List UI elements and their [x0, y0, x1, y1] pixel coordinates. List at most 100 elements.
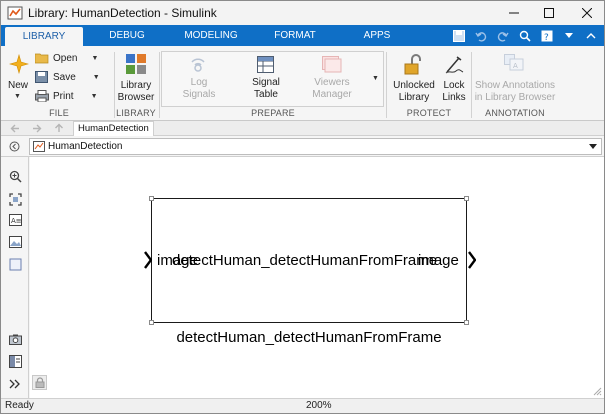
property-inspector-button[interactable]: [8, 354, 22, 368]
block-name-label[interactable]: detectHuman_detectHumanFromFrame: [151, 329, 467, 346]
library-lock-button[interactable]: [32, 375, 47, 390]
padlock-icon: [35, 377, 44, 388]
model-canvas[interactable]: detectHuman_detectHumanFromFrame image i…: [30, 157, 604, 398]
viewers-manager-label-1: Viewers: [314, 77, 350, 88]
help-icon: ?: [541, 30, 553, 42]
back-arrow-icon[interactable]: [10, 124, 20, 133]
annotation-tool-button[interactable]: A≡: [8, 213, 22, 227]
resize-handle[interactable]: [149, 196, 154, 201]
subsystem-block[interactable]: detectHuman_detectHumanFromFrame image i…: [149, 196, 469, 325]
left-toolstrip: A≡: [1, 157, 29, 398]
ribbon-tab-strip: LIBRARY DEBUG MODELING FORMAT APPS ?: [1, 25, 604, 46]
library-browser-label-1: Library: [120, 80, 152, 91]
window-title: Library: HumanDetection - Simulink: [28, 6, 217, 20]
simulink-window: Library: HumanDetection - Simulink LIBRA…: [0, 0, 605, 414]
print-label: Print: [53, 90, 74, 102]
print-dropdown-caret[interactable]: ▼: [91, 93, 98, 100]
property-inspector-icon: [8, 354, 22, 368]
svg-text:A: A: [513, 62, 518, 70]
save-dropdown-caret[interactable]: ▼: [93, 74, 100, 81]
signal-table-icon: [257, 56, 274, 73]
qat-help-dropdown[interactable]: [560, 28, 578, 44]
search-icon: [519, 30, 531, 42]
new-dropdown-caret[interactable]: ▼: [14, 93, 21, 100]
chevron-down-icon[interactable]: [589, 144, 597, 150]
breadcrumb-tab[interactable]: HumanDetection: [73, 121, 154, 136]
print-button[interactable]: Print ▼: [35, 90, 98, 102]
open-label: Open: [53, 52, 78, 64]
log-signals-label-2: Signals: [182, 89, 216, 100]
fit-to-view-button[interactable]: [8, 192, 22, 206]
qat-help-button[interactable]: ?: [538, 28, 556, 44]
tab-apps[interactable]: APPS: [357, 25, 397, 46]
ribbon-panel: New ▼ Open ▼ Save ▼ Print ▼ FILE Library: [1, 46, 604, 121]
zoom-button[interactable]: [8, 169, 22, 183]
folder-open-icon: [35, 53, 49, 64]
save-button[interactable]: Save ▼: [35, 71, 100, 83]
image-tool-button[interactable]: [8, 235, 22, 249]
image-icon: [8, 236, 22, 248]
viewers-manager-label-2: Manager: [312, 89, 352, 100]
annotation-group-title: ANNOTATION: [485, 108, 545, 118]
prepare-gallery-expand[interactable]: ▼: [372, 75, 379, 82]
show-annotations-label-2: in Library Browser: [474, 92, 556, 103]
new-label: New: [7, 80, 28, 91]
lock-links-label-2: Links: [442, 92, 466, 103]
show-annotations-label-1: Show Annotations: [474, 80, 556, 91]
tab-debug[interactable]: DEBUG: [101, 25, 153, 46]
tab-library[interactable]: LIBRARY: [5, 27, 83, 46]
qat-undo-button[interactable]: [472, 28, 490, 44]
screenshot-button[interactable]: [8, 332, 22, 346]
save-icon: [35, 71, 48, 83]
expand-toolstrip-button[interactable]: [8, 377, 22, 391]
address-bar: HumanDetection: [1, 136, 604, 157]
zoom-level: 200%: [306, 400, 332, 411]
library-browser-icon: [126, 54, 146, 74]
signal-table-label-2: Table: [254, 89, 278, 100]
quick-access-toolbar: ?: [450, 27, 600, 44]
save-icon: [453, 29, 465, 42]
camera-icon: [8, 334, 22, 345]
minimize-icon: [509, 12, 519, 14]
status-text: Ready: [5, 400, 34, 411]
up-arrow-icon[interactable]: [54, 123, 64, 133]
close-button[interactable]: [564, 1, 604, 25]
lock-links-icon: [445, 56, 464, 74]
input-port-arrow-icon[interactable]: [144, 251, 152, 269]
qat-save-button[interactable]: [450, 28, 468, 44]
qat-collapse-button[interactable]: [582, 28, 600, 44]
resize-handle[interactable]: [464, 196, 469, 201]
signal-table-label-1: Signal: [252, 77, 280, 88]
viewers-manager-icon: [322, 56, 342, 73]
redo-icon: [497, 31, 509, 42]
resize-grip-icon[interactable]: [593, 387, 602, 396]
zoom-icon: [9, 170, 22, 183]
output-port-label: image: [418, 252, 459, 269]
fit-to-view-icon: [8, 192, 22, 206]
hide-browser-icon[interactable]: [9, 141, 20, 152]
close-icon: [582, 8, 592, 18]
tab-format[interactable]: FORMAT: [267, 25, 323, 46]
collapse-ribbon-icon: [586, 32, 596, 38]
forward-arrow-icon[interactable]: [32, 124, 42, 133]
double-chevron-right-icon: [9, 379, 20, 389]
resize-handle[interactable]: [464, 320, 469, 325]
open-dropdown-caret[interactable]: ▼: [91, 55, 98, 62]
output-port-arrow-icon[interactable]: [468, 251, 476, 269]
resize-handle[interactable]: [149, 320, 154, 325]
library-browser-label-2: Browser: [117, 92, 155, 103]
prepare-group-title: PREPARE: [251, 108, 295, 118]
svg-text:?: ?: [544, 33, 549, 42]
unlocked-library-label-2: Library: [398, 92, 430, 103]
tab-modeling[interactable]: MODELING: [179, 25, 243, 46]
open-button[interactable]: Open ▼: [35, 52, 98, 64]
area-tool-button[interactable]: [8, 257, 22, 271]
library-group-title: LIBRARY: [116, 108, 156, 118]
qat-search-button[interactable]: [516, 28, 534, 44]
model-path-field[interactable]: HumanDetection: [29, 138, 602, 155]
svg-text:A≡: A≡: [11, 217, 22, 225]
ribbon-separator: [386, 52, 387, 118]
qat-redo-button[interactable]: [494, 28, 512, 44]
print-icon: [35, 90, 49, 102]
text-annotation-icon: A≡: [8, 214, 22, 226]
